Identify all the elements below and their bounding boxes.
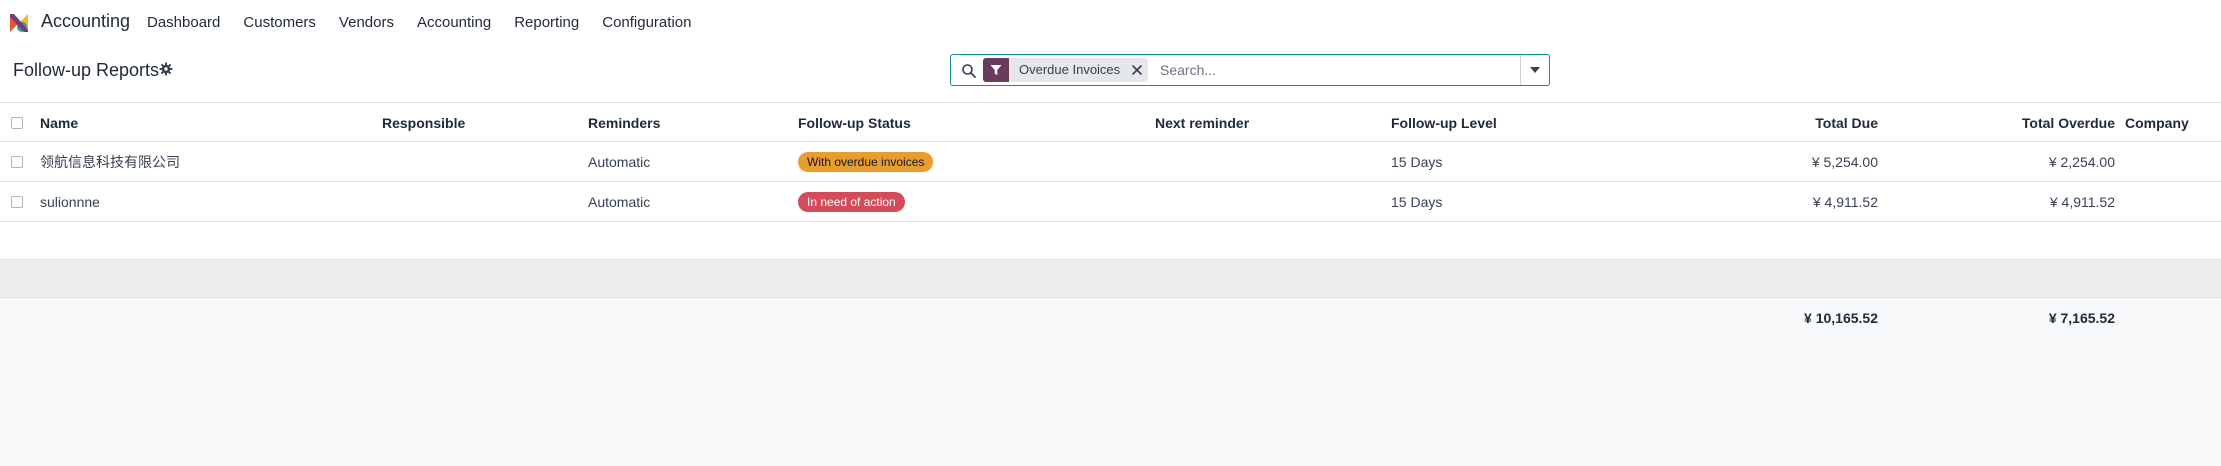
sum-total-due: ¥ 10,165.52 — [1804, 310, 1878, 326]
list-spacer-band — [0, 260, 2221, 298]
top-menu: Dashboard Customers Vendors Accounting R… — [147, 14, 714, 31]
total-due-cell: ¥ 4,911.52 — [1812, 194, 1878, 210]
page-title: Follow-up Reports — [13, 60, 160, 80]
follow-up-level-cell: 15 Days — [1391, 194, 1443, 210]
search-bar[interactable]: Overdue Invoices — [950, 54, 1550, 86]
facet-label: Overdue Invoices — [1019, 62, 1121, 77]
column-header-total-overdue[interactable]: Total Overdue — [1920, 103, 2115, 143]
menu-customers[interactable]: Customers — [243, 14, 316, 31]
menu-vendors[interactable]: Vendors — [339, 14, 394, 31]
column-header-status[interactable]: Follow-up Status — [798, 103, 911, 143]
totals-row: ¥ 10,165.52 ¥ 7,165.52 — [0, 298, 2221, 338]
app-title[interactable]: Accounting — [41, 11, 130, 32]
row-checkbox[interactable] — [11, 196, 23, 208]
close-icon[interactable] — [1126, 58, 1148, 82]
reminders-cell: Automatic — [588, 154, 651, 170]
follow-up-list: Name Responsible Reminders Follow-up Sta… — [0, 102, 2221, 466]
menu-reporting[interactable]: Reporting — [514, 14, 579, 31]
column-header-name[interactable]: Name — [40, 103, 78, 143]
accounting-logo-icon[interactable] — [8, 12, 30, 34]
table-row[interactable]: 领航信息科技有限公司 Automatic With overdue invoic… — [0, 142, 2221, 182]
partner-name: sulionnne — [40, 194, 100, 210]
total-due-cell: ¥ 5,254.00 — [1811, 154, 1878, 170]
gear-icon[interactable] — [158, 61, 174, 77]
status-cell: With overdue invoices — [798, 142, 934, 182]
column-header-responsible[interactable]: Responsible — [382, 103, 465, 143]
menu-configuration[interactable]: Configuration — [602, 14, 691, 31]
sum-total-overdue: ¥ 7,165.52 — [2048, 310, 2115, 326]
filter-icon — [983, 58, 1009, 82]
search-icon[interactable] — [961, 63, 977, 79]
reminders-cell: Automatic — [588, 194, 651, 210]
search-input[interactable] — [1158, 58, 1525, 82]
menu-accounting[interactable]: Accounting — [417, 14, 491, 31]
search-options-toggle[interactable] — [1520, 55, 1549, 85]
caret-down-icon — [1530, 67, 1540, 73]
control-panel: Follow-up Reports Overdue Invoices — [0, 44, 2221, 102]
status-cell: In need of action — [798, 182, 905, 222]
search-facet: Overdue Invoices — [983, 58, 1149, 82]
total-overdue-cell: ¥ 4,911.52 — [2049, 194, 2115, 210]
main-navbar: Accounting Dashboard Customers Vendors A… — [0, 0, 2221, 44]
row-checkbox[interactable] — [11, 156, 23, 168]
empty-row — [0, 222, 2221, 260]
status-badge: In need of action — [798, 192, 905, 213]
column-header-reminders[interactable]: Reminders — [588, 103, 660, 143]
menu-dashboard[interactable]: Dashboard — [147, 14, 220, 31]
status-badge: With overdue invoices — [798, 152, 934, 173]
column-header-total-due[interactable]: Total Due — [1680, 103, 1878, 143]
select-all-checkbox[interactable] — [11, 117, 23, 129]
column-header-next-reminder[interactable]: Next reminder — [1155, 103, 1249, 143]
column-header-level[interactable]: Follow-up Level — [1391, 103, 1497, 143]
table-header: Name Responsible Reminders Follow-up Sta… — [0, 102, 2221, 142]
column-header-company[interactable]: Company — [2125, 103, 2189, 143]
partner-name: 领航信息科技有限公司 — [40, 154, 180, 170]
total-overdue-cell: ¥ 2,254.00 — [2048, 154, 2115, 170]
table-row[interactable]: sulionnne Automatic In need of action 15… — [0, 182, 2221, 222]
follow-up-level-cell: 15 Days — [1391, 154, 1443, 170]
